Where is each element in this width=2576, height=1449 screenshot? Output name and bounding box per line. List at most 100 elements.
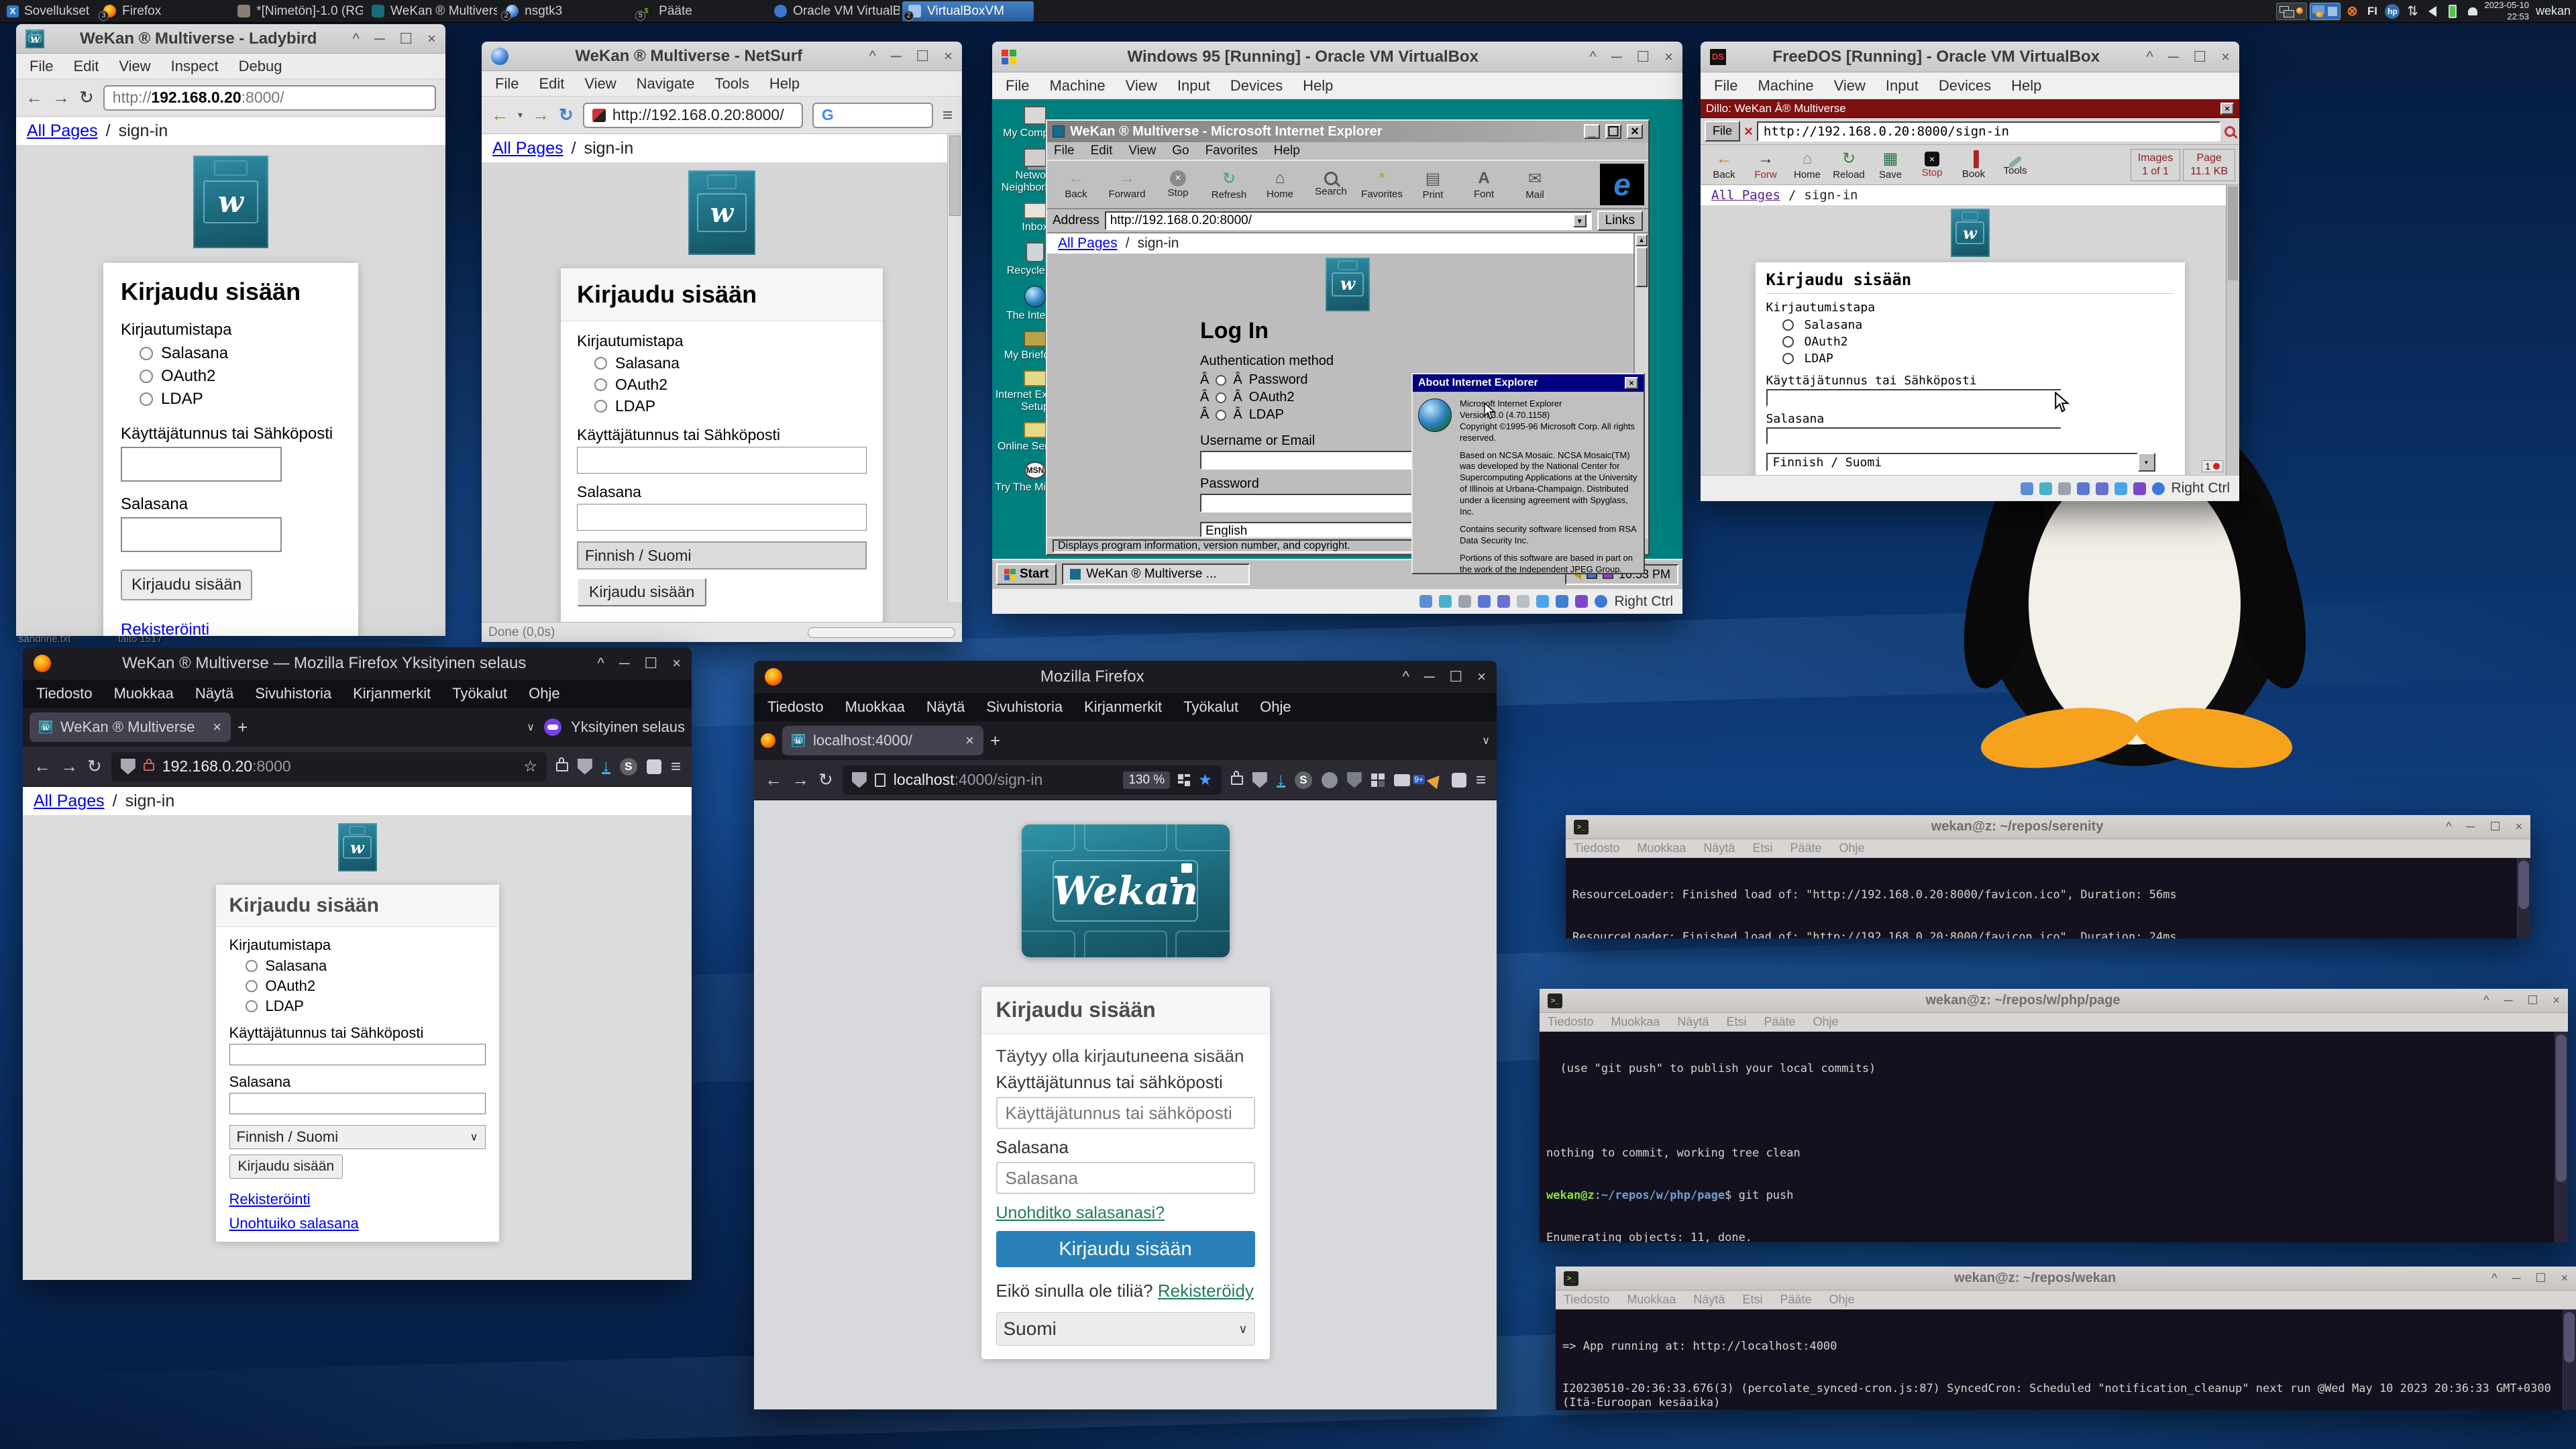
ie-font-button[interactable]: AFont [1459, 169, 1509, 200]
menu-etsi[interactable]: Etsi [1742, 1293, 1762, 1307]
menu-muokkaa[interactable]: Muokkaa [845, 698, 905, 716]
menu-debug[interactable]: Debug [239, 58, 282, 75]
menu-ohje[interactable]: Ohje [529, 685, 559, 702]
menu-help[interactable]: Help [1303, 77, 1333, 95]
radio-ldap[interactable] [246, 1000, 258, 1012]
radio-ldap[interactable] [140, 392, 153, 406]
rollup-icon[interactable]: ^ [2146, 48, 2153, 66]
menu-tiedosto[interactable]: Tiedosto [1548, 1015, 1593, 1029]
register-link[interactable]: Rekisteröidy [1158, 1281, 1254, 1301]
menu-paate[interactable]: Pääte [1790, 841, 1821, 855]
close-button[interactable]: × [1627, 124, 1643, 139]
close-icon[interactable]: × [944, 48, 953, 65]
register-link[interactable]: Rekisteröinti [121, 621, 209, 636]
forward-icon[interactable]: → [60, 756, 78, 777]
start-button[interactable]: Start [996, 564, 1057, 585]
scrollbar[interactable] [2517, 858, 2530, 938]
tracking-shield-icon[interactable] [121, 759, 136, 775]
maximize-icon[interactable]: ☐ [2193, 48, 2206, 66]
minimize-icon[interactable]: ─ [2512, 1271, 2521, 1285]
menu-view[interactable]: View [119, 58, 150, 75]
menu-view[interactable]: View [1126, 77, 1157, 95]
close-icon[interactable]: × [1477, 668, 1486, 686]
maximize-icon[interactable]: ☐ [2489, 820, 2500, 834]
menu-tiedosto[interactable]: Tiedosto [36, 685, 93, 702]
minimize-icon[interactable]: ─ [2467, 820, 2475, 834]
minimize-button[interactable]: _ [1584, 124, 1600, 139]
ie-menu-edit[interactable]: Edit [1091, 144, 1113, 158]
radio-ldap[interactable] [594, 400, 607, 413]
menu-edit[interactable]: Edit [73, 58, 99, 75]
taskbar-task-button[interactable]: WeKan ® Multiverse ... [1062, 564, 1250, 585]
s-extension-icon[interactable]: S [620, 758, 637, 775]
workspace-1[interactable] [2276, 3, 2307, 20]
tab-list-icon[interactable]: ∨ [527, 720, 535, 734]
maximize-icon[interactable]: ☐ [1636, 48, 1650, 66]
scrollbar[interactable] [947, 134, 962, 602]
user-menu[interactable]: wekan [2536, 4, 2571, 18]
ie-print-button[interactable]: ▤Print [1408, 169, 1458, 201]
close-icon[interactable]: × [2561, 1271, 2568, 1285]
close-button[interactable]: × [1625, 377, 1638, 389]
ie-back-button[interactable]: ←Back [1051, 169, 1101, 200]
save-button[interactable]: ▦Save [1871, 149, 1910, 180]
ie-menu-file[interactable]: File [1054, 144, 1075, 158]
rollup-icon[interactable]: ^ [1589, 48, 1596, 66]
dillo-title-bar[interactable]: Dillo: WeKan Â® Multiverse × [1701, 99, 2239, 118]
signin-button[interactable]: Kirjaudu sisään [121, 570, 252, 600]
register-link[interactable]: Rekisteröinti [229, 1191, 311, 1208]
language-select[interactable]: Finnish / Suomi∨ [229, 1125, 486, 1149]
menu-icon[interactable]: ≡ [671, 756, 681, 777]
signin-button[interactable]: Kirjaudu sisään [229, 1155, 343, 1179]
search-icon[interactable] [2224, 126, 2235, 137]
s-extension-icon[interactable]: S [1295, 771, 1312, 789]
username-input[interactable] [229, 1044, 486, 1065]
clock[interactable]: 2023-05-1022:53 [2484, 0, 2529, 22]
rollup-icon[interactable]: ^ [1402, 668, 1409, 686]
menu-file[interactable]: File [1714, 77, 1737, 95]
protection-shield-icon[interactable] [578, 759, 592, 775]
menu-machine[interactable]: Machine [1049, 77, 1105, 95]
maximize-button[interactable]: ☐ [1605, 124, 1621, 139]
menu-paate[interactable]: Pääte [1764, 1015, 1795, 1029]
browser-tab[interactable]: w localhost:4000/ × [782, 726, 983, 755]
menu-nayta[interactable]: Näytä [1693, 1293, 1725, 1307]
badger-icon[interactable] [1322, 772, 1338, 788]
menu-etsi[interactable]: Etsi [1726, 1015, 1746, 1029]
menu-file[interactable]: File [495, 75, 519, 93]
rollup-icon[interactable]: ^ [2491, 1271, 2497, 1285]
tab-close-icon[interactable]: × [965, 732, 974, 749]
lockwise-icon[interactable] [556, 762, 568, 771]
maximize-icon[interactable]: ☐ [399, 30, 413, 48]
forgot-password-link[interactable]: Unohditko salasanasi? [996, 1203, 1165, 1222]
insecure-lock-icon[interactable] [144, 763, 154, 771]
title-bar[interactable]: DS FreeDOS [Running] - Oracle VM Virtual… [1701, 42, 2239, 72]
reload-icon[interactable]: ↻ [87, 756, 102, 777]
select-dropdown-icon[interactable]: ▾ [2138, 453, 2155, 472]
menu-muokkaa[interactable]: Muokkaa [1611, 1015, 1660, 1029]
menu-edit[interactable]: Edit [539, 75, 564, 93]
minimize-icon[interactable]: ─ [1424, 668, 1435, 686]
all-pages-link[interactable]: All Pages [27, 121, 98, 141]
minimize-icon[interactable]: ─ [2168, 48, 2179, 66]
menu-paate[interactable]: Pääte [1780, 1293, 1811, 1307]
extensions-icon[interactable] [647, 759, 661, 774]
username-input[interactable] [996, 1097, 1255, 1129]
tab-close-icon[interactable]: × [213, 718, 221, 736]
menu-inspect[interactable]: Inspect [171, 58, 219, 75]
ie-menu-view[interactable]: View [1128, 144, 1156, 158]
menu-file[interactable]: File [1006, 77, 1029, 95]
url-bar[interactable]: 192.168.0.20:8000 ☆ [111, 752, 547, 782]
ie-menu-help[interactable]: Help [1274, 144, 1300, 158]
menu-tiedosto[interactable]: Tiedosto [1564, 1293, 1609, 1307]
password-input[interactable] [1766, 427, 2061, 445]
language-select[interactable]: Suomi∨ [996, 1312, 1255, 1346]
network-tray-icon[interactable]: ⇅ [2404, 3, 2421, 20]
menu-muokkaa[interactable]: Muokkaa [114, 685, 174, 702]
username-input[interactable] [1766, 389, 2061, 407]
new-tab-icon[interactable]: + [237, 717, 248, 738]
all-pages-link[interactable]: All Pages [1711, 188, 1780, 203]
maximize-icon[interactable]: ☐ [2527, 994, 2538, 1008]
minimize-icon[interactable]: ─ [1611, 48, 1622, 66]
ie-home-button[interactable]: ⌂Home [1255, 169, 1305, 200]
